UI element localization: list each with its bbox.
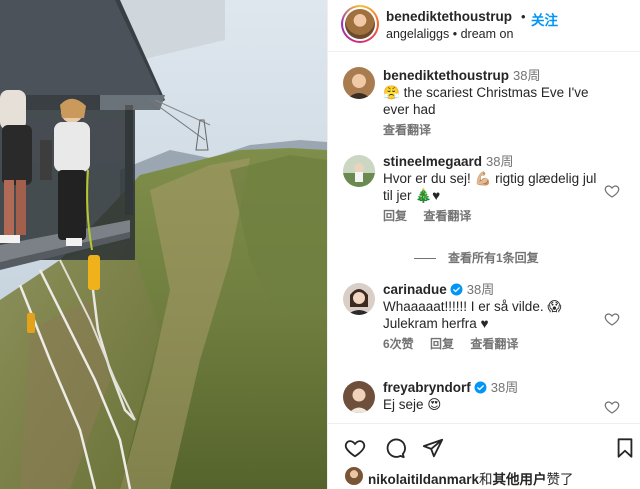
liker-username[interactable]: nikolaitildanmark bbox=[368, 472, 479, 487]
author-username[interactable]: benediktethoustrup bbox=[386, 9, 512, 24]
view-all-replies-button[interactable]: 查看所有1条回复 bbox=[448, 249, 539, 266]
comment-username[interactable]: carinadue bbox=[383, 282, 447, 297]
bungee-scene-illustration bbox=[0, 0, 327, 489]
reply-button[interactable]: 回复 bbox=[430, 337, 454, 351]
verified-badge-icon bbox=[474, 381, 487, 394]
comment-username[interactable]: freyabryndorf bbox=[383, 380, 471, 395]
likes-summary: nikolaitildanmark和其他用户赞了 bbox=[328, 463, 640, 489]
emoji-text: 😤 bbox=[383, 85, 400, 100]
translate-link[interactable]: 查看翻译 bbox=[470, 337, 518, 351]
instagram-post-view: benediktethoustrup • 关注 angelaliggs • dr… bbox=[0, 0, 640, 489]
comment-time[interactable]: 38周 bbox=[513, 68, 540, 83]
liker-avatar[interactable] bbox=[345, 467, 363, 485]
collaborator-username[interactable]: angelaliggs bbox=[386, 27, 449, 41]
comment-avatar[interactable] bbox=[343, 155, 375, 187]
other-likers-link[interactable]: 其他用户 bbox=[493, 472, 547, 487]
likes-suffix: 赞了 bbox=[546, 472, 574, 487]
heart-icon[interactable] bbox=[604, 311, 620, 327]
comment-avatar[interactable] bbox=[343, 381, 375, 413]
share-icon[interactable] bbox=[422, 437, 444, 459]
comments-list[interactable]: benediktethoustrup 38周 😤 the scariest Chr… bbox=[328, 53, 640, 423]
verified-badge-icon bbox=[450, 283, 463, 296]
comment-time[interactable]: 38周 bbox=[467, 282, 494, 297]
heart-icon[interactable] bbox=[604, 183, 620, 199]
header-separator: • bbox=[521, 9, 526, 24]
comment-avatar[interactable] bbox=[343, 283, 375, 315]
comment-time[interactable]: 38周 bbox=[486, 154, 513, 169]
comment-username[interactable]: stineelmegaard bbox=[383, 154, 482, 169]
heart-icon[interactable] bbox=[604, 399, 620, 415]
comment-text: the scariest Christmas Eve I've ever had bbox=[383, 85, 589, 117]
header-subline: angelaliggs • dream on bbox=[386, 27, 513, 41]
translate-link[interactable]: 查看翻译 bbox=[383, 123, 431, 137]
comment-icon[interactable] bbox=[384, 437, 406, 459]
audio-name[interactable]: dream on bbox=[461, 27, 514, 41]
bookmark-icon[interactable] bbox=[614, 437, 636, 459]
follow-button[interactable]: 关注 bbox=[531, 9, 558, 29]
comment-text: Whaaaaat!!!!!! I er så vilde. 😱 Julekram… bbox=[383, 299, 562, 331]
subline-separator: • bbox=[452, 27, 458, 41]
post-header: benediktethoustrup • 关注 angelaliggs • dr… bbox=[328, 0, 640, 52]
translate-link[interactable]: 查看翻译 bbox=[423, 209, 471, 223]
likes-joiner: 和 bbox=[479, 472, 493, 487]
author-avatar[interactable] bbox=[341, 5, 379, 43]
reply-button[interactable]: 回复 bbox=[383, 209, 407, 223]
post-media-image[interactable] bbox=[0, 0, 327, 489]
comment-time[interactable]: 38周 bbox=[491, 380, 518, 395]
comment-text: Hvor er du sej! 💪🏼 rigtig glædelig jul t… bbox=[383, 171, 597, 203]
heart-icon[interactable] bbox=[344, 437, 366, 459]
comment-username[interactable]: benediktethoustrup bbox=[383, 68, 509, 83]
post-sidebar: benediktethoustrup • 关注 angelaliggs • dr… bbox=[327, 0, 640, 489]
post-action-bar bbox=[328, 423, 640, 465]
comment-avatar[interactable] bbox=[343, 67, 375, 99]
likes-count-link[interactable]: 6次赞 bbox=[383, 337, 414, 351]
comment-text: Ej seje 😍 bbox=[383, 397, 442, 412]
